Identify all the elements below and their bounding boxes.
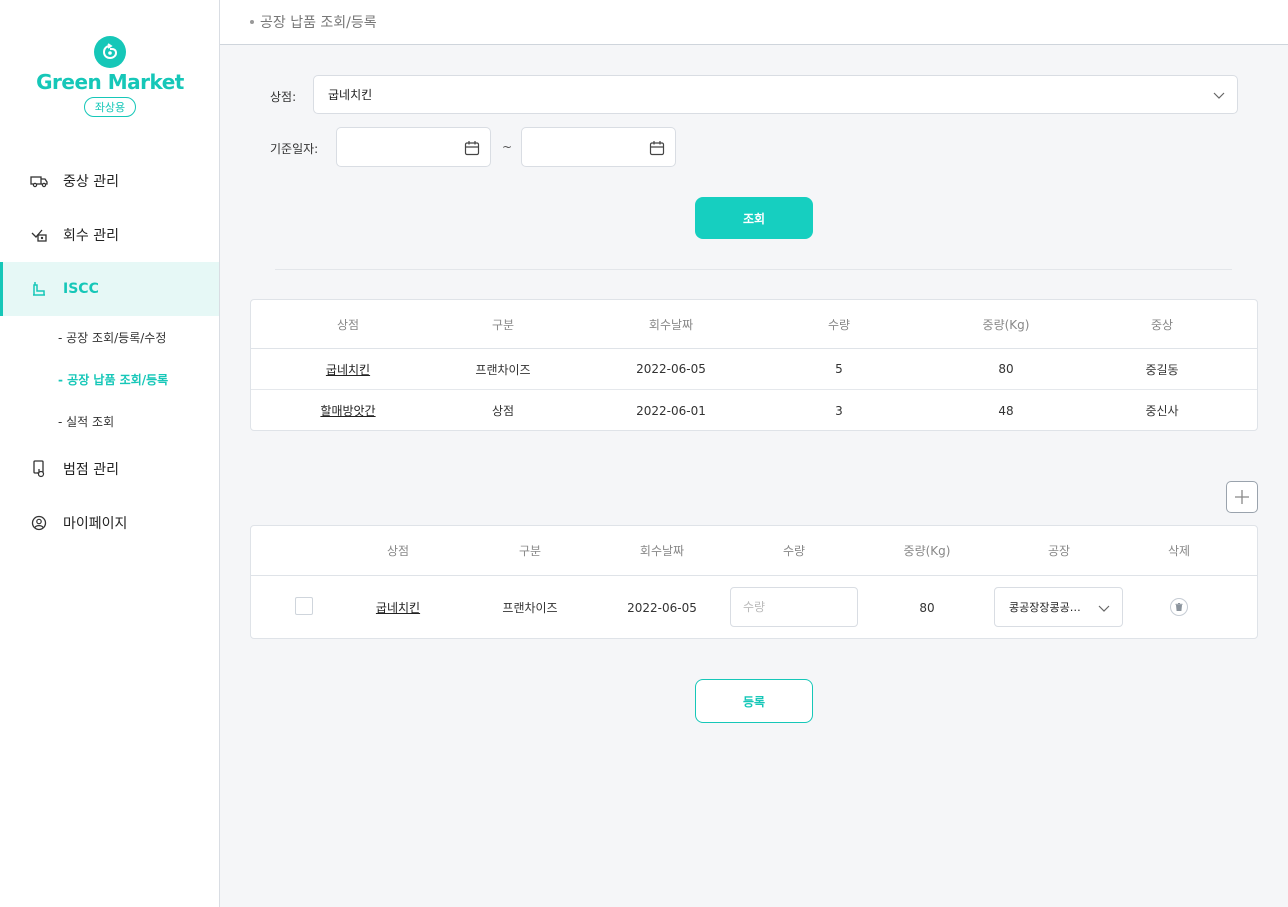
sidebar-item-label: 중상 관리	[63, 174, 119, 190]
user-icon	[30, 514, 48, 532]
table-header-row: 상점 구분 회수날짜 수량 중량(Kg) 중상	[251, 300, 1257, 349]
table-row: 할매방앗간 상점 2022-06-01 3 48 중신사	[251, 390, 1257, 431]
store-select[interactable]: 굽네치킨	[313, 75, 1238, 114]
table-cell: 프랜차이즈	[502, 601, 558, 615]
table-cell: 80	[919, 600, 935, 615]
factory-icon	[30, 280, 48, 298]
logo-icon	[94, 36, 126, 68]
delivery-list-table: 상점 구분 회수날짜 수량 중량(Kg) 중상 굽네치킨 프랜차이즈 2022-…	[250, 299, 1258, 431]
search-button[interactable]: 조회	[695, 197, 813, 239]
sidebar-item-store[interactable]: 범점 관리	[0, 442, 219, 496]
column-header: 중량(Kg)	[903, 544, 951, 558]
end-date-input[interactable]	[521, 127, 676, 167]
table-cell: 48	[998, 403, 1014, 418]
sidebar-item-iscc[interactable]: ISCC	[0, 262, 219, 316]
table-cell: 80	[998, 362, 1014, 376]
sidebar-item-label: 마이페이지	[63, 516, 128, 532]
add-row-button[interactable]	[1226, 481, 1258, 513]
store-select-value: 굽네치킨	[328, 88, 373, 102]
column-header: 수량	[782, 544, 806, 558]
sidebar-item-collection[interactable]: 회수 관리	[0, 208, 219, 262]
chevron-down-icon	[1213, 92, 1225, 99]
collect-icon	[30, 226, 48, 244]
store-link[interactable]: 굽네치킨	[376, 599, 420, 616]
delete-button[interactable]	[1170, 598, 1188, 616]
table-cell: 중길동	[1145, 362, 1179, 377]
table-row: 굽네치킨 프랜차이즈 2022-06-05 80 콩공장장콩공…	[251, 576, 1257, 639]
factory-select-value: 콩공장장콩공…	[1009, 601, 1081, 614]
table-cell: 중신사	[1145, 404, 1179, 418]
store-link[interactable]: 할매방앗간	[320, 402, 375, 419]
sidebar-item-mypage[interactable]: 마이페이지	[0, 496, 219, 550]
table-cell: 2022-06-05	[636, 362, 706, 376]
table-header-row: 상점 구분 회수날짜 수량 중량(Kg) 공장 삭제	[251, 526, 1257, 576]
table-row: 굽네치킨 프랜차이즈 2022-06-05 5 80 중길동	[251, 349, 1257, 390]
sidebar-subitem-factory-manage[interactable]: - 공장 조회/등록/수정	[0, 316, 219, 358]
start-date-input[interactable]	[336, 127, 491, 167]
table-cell: 5	[835, 362, 843, 376]
truck-icon	[30, 172, 48, 190]
sidebar-subitem-factory-delivery[interactable]: - 공장 납품 조회/등록	[0, 358, 219, 400]
table-cell: 2022-06-05	[627, 600, 697, 615]
column-header: 회수날짜	[648, 317, 694, 332]
column-header: 수량	[827, 317, 851, 332]
store-link[interactable]: 굽네치킨	[326, 361, 370, 378]
column-header: 상점	[336, 317, 360, 332]
column-header: 중량(Kg)	[982, 317, 1030, 332]
logo[interactable]: Green Market 좌상용	[0, 36, 220, 117]
sidebar-nav: 중상 관리 회수 관리 ISCC - 공장 조회/등록/수정 - 공장 납품 조…	[0, 154, 219, 550]
date-range-separator: ~	[502, 140, 513, 154]
column-header: 중상	[1150, 317, 1174, 332]
chevron-down-icon	[1098, 605, 1110, 612]
factory-select[interactable]: 콩공장장콩공…	[994, 587, 1123, 627]
column-header: 공장	[1047, 544, 1071, 558]
register-button[interactable]: 등록	[695, 679, 813, 723]
bullet-icon	[250, 20, 254, 24]
calendar-icon[interactable]	[464, 140, 480, 156]
row-checkbox[interactable]	[295, 597, 313, 615]
store-label: 상점:	[270, 90, 297, 104]
column-header: 회수날짜	[639, 544, 685, 558]
sidebar-item-label: 회수 관리	[63, 228, 119, 244]
sidebar-item-broker[interactable]: 중상 관리	[0, 154, 219, 208]
column-header: 상점	[386, 544, 410, 558]
sidebar-item-label: ISCC	[63, 281, 99, 297]
plus-icon	[1235, 490, 1249, 504]
table-cell: 3	[835, 403, 843, 418]
brand-badge: 좌상용	[83, 97, 137, 117]
sidebar: Green Market 좌상용 중상 관리 회수 관리 ISCC - 공장 조…	[0, 0, 220, 907]
column-header: 구분	[518, 544, 542, 558]
quantity-input[interactable]	[730, 587, 858, 627]
divider	[275, 269, 1232, 270]
calendar-icon[interactable]	[649, 140, 665, 156]
delivery-register-table: 상점 구분 회수날짜 수량 중량(Kg) 공장 삭제 굽네치킨 프랜차이즈 20…	[250, 525, 1258, 639]
table-cell: 프랜차이즈	[475, 362, 531, 377]
date-label: 기준일자:	[270, 142, 319, 156]
page-title: 공장 납품 조회/등록	[260, 15, 377, 31]
breadcrumb: 공장 납품 조회/등록	[220, 0, 1288, 45]
column-header: 삭제	[1167, 544, 1191, 558]
brand-name: Green Market	[36, 70, 184, 94]
trash-icon	[1175, 603, 1183, 611]
sidebar-subitem-performance[interactable]: - 실적 조회	[0, 400, 219, 442]
store-icon	[30, 460, 48, 478]
sidebar-item-label: 범점 관리	[63, 462, 119, 478]
table-cell: 2022-06-01	[636, 403, 706, 418]
table-cell: 상점	[491, 404, 515, 418]
column-header: 구분	[491, 317, 515, 332]
